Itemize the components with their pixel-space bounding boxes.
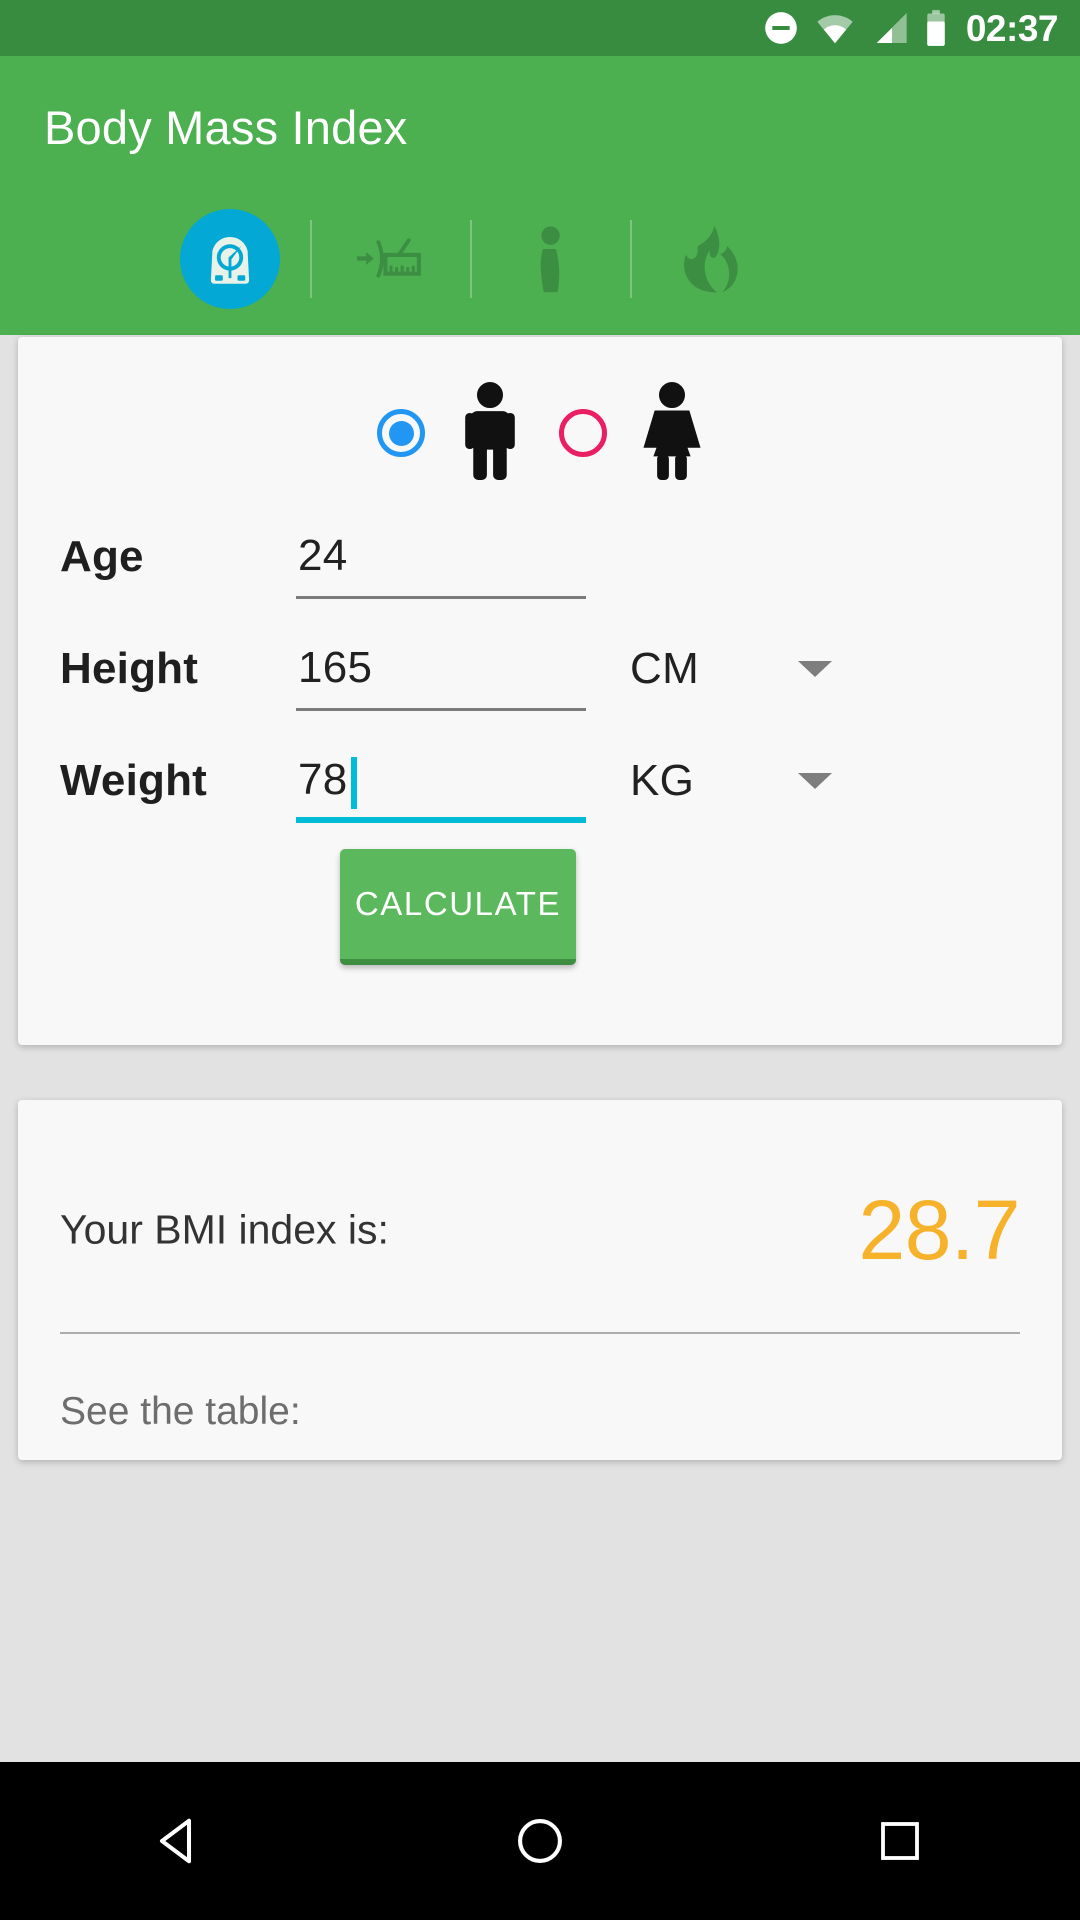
age-underline bbox=[296, 596, 586, 599]
tab-body-shape[interactable] bbox=[470, 204, 630, 314]
gender-selector bbox=[18, 373, 1062, 493]
body-silhouette-icon bbox=[540, 226, 560, 293]
bmi-result-label: Your BMI index is: bbox=[60, 1206, 389, 1253]
weight-unit-label[interactable]: KG bbox=[630, 756, 694, 806]
field-row-age: Age 24 bbox=[18, 501, 1062, 613]
field-row-height: Height 165 CM bbox=[18, 613, 1062, 725]
weight-input[interactable]: 78 bbox=[296, 739, 586, 823]
age-value: 24 bbox=[298, 531, 348, 580]
weight-label: Weight bbox=[60, 756, 208, 805]
tab-calories[interactable] bbox=[630, 204, 790, 314]
app-bar: Body Mass Index bbox=[0, 56, 1080, 335]
chevron-down-icon-weight[interactable] bbox=[798, 773, 832, 789]
weight-underline-focused bbox=[296, 817, 586, 823]
bmi-result-row: Your BMI index is: 28.7 bbox=[18, 1160, 1062, 1300]
height-value: 165 bbox=[298, 643, 373, 692]
height-unit-label[interactable]: CM bbox=[630, 644, 699, 694]
weight-value: 78 bbox=[298, 755, 348, 804]
radio-male[interactable] bbox=[377, 409, 425, 457]
recents-square-icon bbox=[881, 1822, 919, 1860]
nav-back-button[interactable] bbox=[120, 1791, 240, 1891]
radio-female[interactable] bbox=[559, 409, 607, 457]
scale-icon bbox=[210, 236, 250, 284]
page-title: Body Mass Index bbox=[44, 101, 408, 154]
nav-recents-button[interactable] bbox=[840, 1791, 960, 1891]
input-card: Age 24 Height 165 CM Weight 78 KG CALCUL… bbox=[18, 337, 1062, 1045]
wifi-icon bbox=[814, 11, 856, 45]
back-triangle-icon bbox=[159, 1818, 192, 1864]
cellular-signal-icon bbox=[870, 11, 910, 45]
status-bar: 02:37 bbox=[0, 0, 1080, 56]
result-divider bbox=[60, 1332, 1020, 1334]
age-input[interactable]: 24 bbox=[296, 515, 586, 599]
battery-icon bbox=[924, 9, 948, 47]
tab-bar bbox=[150, 204, 790, 314]
tab-waist-measure[interactable] bbox=[310, 204, 470, 314]
gender-option-male[interactable] bbox=[377, 381, 521, 486]
measuring-tape-icon bbox=[357, 238, 421, 278]
height-label: Height bbox=[60, 644, 199, 693]
see-table-label: See the table: bbox=[60, 1390, 301, 1433]
radio-male-dot bbox=[388, 420, 414, 446]
height-underline bbox=[296, 708, 586, 711]
female-figure-icon bbox=[641, 381, 703, 486]
bmi-result-value: 28.7 bbox=[858, 1183, 1021, 1277]
flame-icon bbox=[684, 225, 738, 293]
age-label: Age bbox=[60, 532, 144, 581]
height-input[interactable]: 165 bbox=[296, 627, 586, 711]
weight-value-wrap: 78 bbox=[298, 755, 357, 809]
status-time: 02:37 bbox=[965, 7, 1059, 49]
field-row-weight: Weight 78 KG bbox=[18, 725, 1062, 837]
male-figure-icon bbox=[459, 381, 521, 486]
do-not-disturb-icon bbox=[762, 9, 800, 47]
result-card: Your BMI index is: 28.7 See the table: bbox=[18, 1100, 1062, 1460]
calculate-button[interactable]: CALCULATE bbox=[340, 849, 576, 965]
tab-bmi-scale[interactable] bbox=[150, 204, 310, 314]
gender-option-female[interactable] bbox=[559, 381, 703, 486]
android-nav-bar bbox=[0, 1762, 1080, 1920]
text-cursor bbox=[350, 757, 357, 809]
chevron-down-icon-height[interactable] bbox=[798, 661, 832, 677]
home-circle-icon bbox=[518, 1819, 562, 1863]
nav-home-button[interactable] bbox=[480, 1791, 600, 1891]
